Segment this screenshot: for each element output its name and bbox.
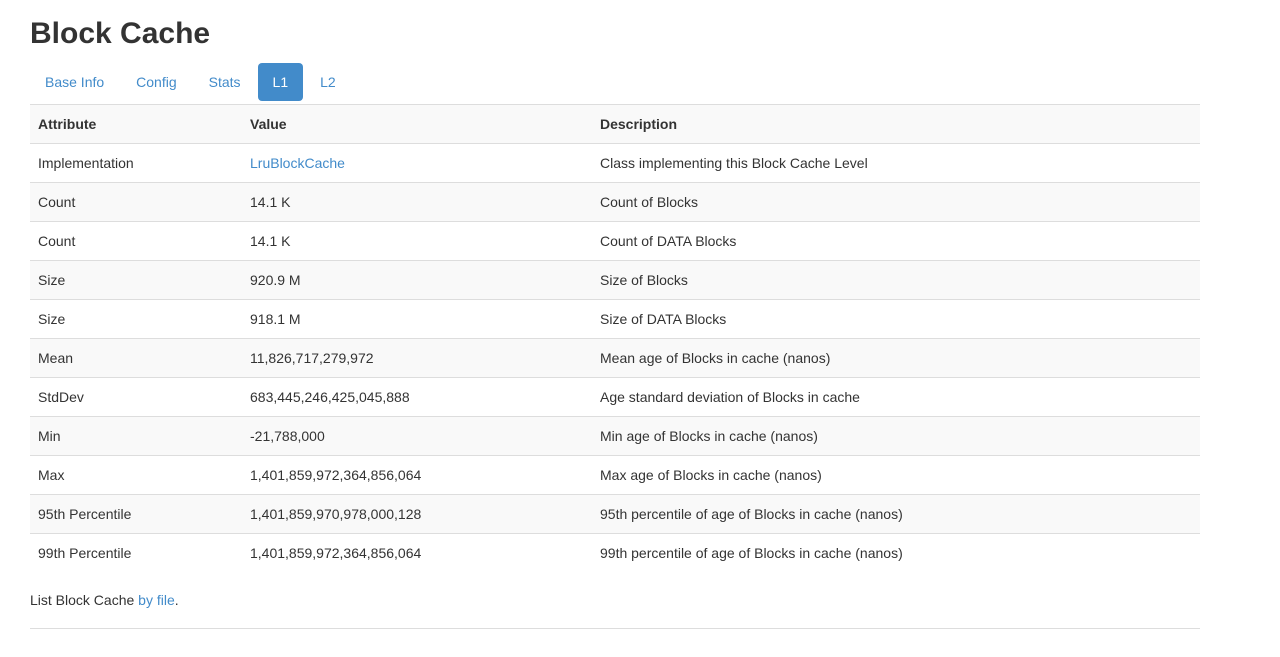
attribute-cell: Mean — [30, 339, 242, 378]
attribute-cell: 95th Percentile — [30, 495, 242, 534]
tab-link-l1[interactable]: L1 — [258, 63, 304, 101]
list-block-cache-note: List Block Cache by file. — [30, 592, 1200, 608]
block-cache-page: Block Cache Base InfoConfigStatsL1L2 Att… — [0, 0, 1280, 657]
table-row: Implementation LruBlockCache Class impleme… — [30, 144, 1200, 183]
tab-link-config[interactable]: Config — [121, 63, 191, 101]
block-cache-stats-table: AttributeValueDescriptionImplementationL… — [30, 104, 1200, 572]
attribute-cell: Max — [30, 456, 242, 495]
value-cell: 1,401,859,972,364,856,064 — [242, 456, 592, 495]
description-cell: 99th percentile of age of Blocks in cach… — [592, 534, 1200, 573]
value-cell: 918.1 M — [242, 300, 592, 339]
by-file-link[interactable]: by file — [138, 592, 175, 608]
column-header-value: Value — [242, 105, 592, 144]
description-cell: Max age of Blocks in cache (nanos) — [592, 456, 1200, 495]
attribute-cell: Size — [30, 300, 242, 339]
table-row: StdDev683,445,246,425,045,888Age standar… — [30, 378, 1200, 417]
attribute-cell: Size — [30, 261, 242, 300]
description-cell: Class implementing this Block Cache Leve… — [592, 144, 1200, 183]
note-text-before: List Block Cache — [30, 592, 138, 608]
tab-base-info: Base Info — [30, 63, 119, 101]
value-cell: LruBlockCache — [242, 144, 592, 183]
column-header-attribute: Attribute — [30, 105, 242, 144]
attribute-cell: StdDev — [30, 378, 242, 417]
value-cell: 11,826,717,279,972 — [242, 339, 592, 378]
tab-l1: L1 — [258, 63, 304, 101]
table-row: Min-21,788,000Min age of Blocks in cache… — [30, 417, 1200, 456]
table-row: 99th Percentile1,401,859,972,364,856,064… — [30, 534, 1200, 573]
value-cell: 1,401,859,972,364,856,064 — [242, 534, 592, 573]
value-cell: -21,788,000 — [242, 417, 592, 456]
description-cell: Size of Blocks — [592, 261, 1200, 300]
description-cell: Size of DATA Blocks — [592, 300, 1200, 339]
table-row: Count14.1 KCount of DATA Blocks — [30, 222, 1200, 261]
description-cell: Count of Blocks — [592, 183, 1200, 222]
table-row: Mean11,826,717,279,972Mean age of Blocks… — [30, 339, 1200, 378]
attribute-cell: 99th Percentile — [30, 534, 242, 573]
description-cell: Min age of Blocks in cache (nanos) — [592, 417, 1200, 456]
note-text-after: . — [175, 592, 179, 608]
page-title: Block Cache — [30, 0, 1200, 49]
tab-config: Config — [121, 63, 191, 101]
value-cell: 683,445,246,425,045,888 — [242, 378, 592, 417]
table-row: Size920.9 MSize of Blocks — [30, 261, 1200, 300]
description-cell: 95th percentile of age of Blocks in cach… — [592, 495, 1200, 534]
value-cell: 14.1 K — [242, 183, 592, 222]
content-container: Block Cache Base InfoConfigStatsL1L2 Att… — [30, 0, 1200, 629]
tab-l2: L2 — [305, 63, 351, 101]
table-row: Count14.1 KCount of Blocks — [30, 183, 1200, 222]
value-cell: 920.9 M — [242, 261, 592, 300]
value-link-lrublockcache[interactable]: LruBlockCache — [250, 155, 345, 171]
description-cell: Age standard deviation of Blocks in cach… — [592, 378, 1200, 417]
value-cell: 1,401,859,970,978,000,128 — [242, 495, 592, 534]
attribute-cell: Count — [30, 222, 242, 261]
attribute-cell: Implementation — [30, 144, 242, 183]
table-header-row: AttributeValueDescription — [30, 105, 1200, 144]
tab-link-base-info[interactable]: Base Info — [30, 63, 119, 101]
value-cell: 14.1 K — [242, 222, 592, 261]
block-cache-tabs: Base InfoConfigStatsL1L2 — [30, 63, 1200, 101]
tab-link-l2[interactable]: L2 — [305, 63, 351, 101]
table-row: 95th Percentile1,401,859,970,978,000,128… — [30, 495, 1200, 534]
bottom-divider — [30, 628, 1200, 629]
table-row: Max1,401,859,972,364,856,064Max age of B… — [30, 456, 1200, 495]
tab-stats: Stats — [194, 63, 256, 101]
attribute-cell: Count — [30, 183, 242, 222]
column-header-description: Description — [592, 105, 1200, 144]
description-cell: Mean age of Blocks in cache (nanos) — [592, 339, 1200, 378]
description-cell: Count of DATA Blocks — [592, 222, 1200, 261]
tab-link-stats[interactable]: Stats — [194, 63, 256, 101]
table-row: Size918.1 MSize of DATA Blocks — [30, 300, 1200, 339]
attribute-cell: Min — [30, 417, 242, 456]
